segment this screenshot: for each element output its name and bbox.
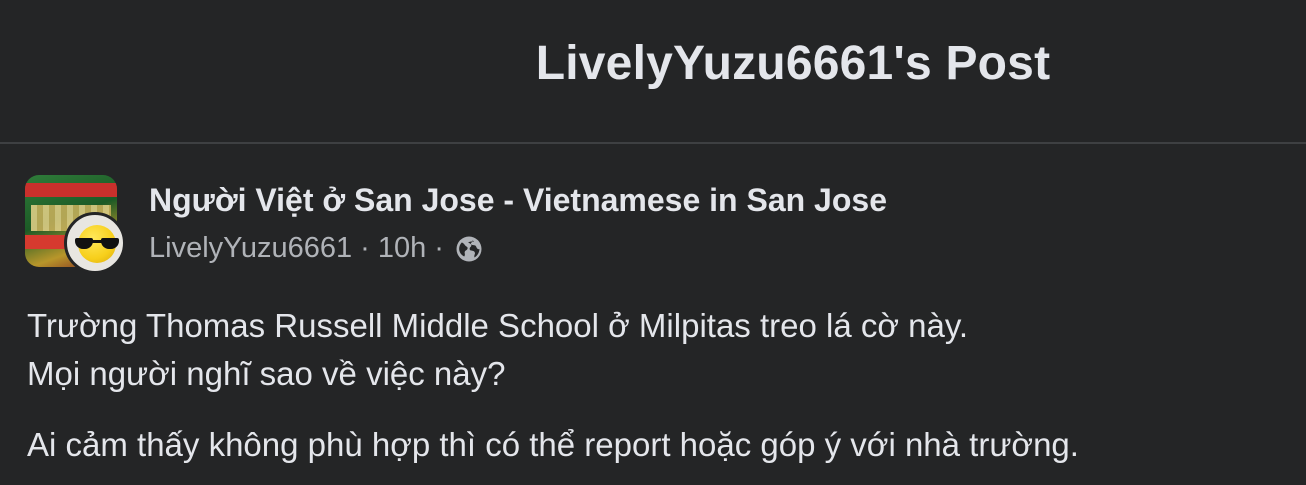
globe-icon[interactable] [454,234,484,264]
meta-separator: · [434,232,444,264]
meta-separator: · [360,232,370,264]
post-header: LivelyYuzu6661's Post [0,0,1306,142]
page-title: LivelyYuzu6661's Post [535,37,1051,90]
group-name-link[interactable]: Người Việt ở San Jose - Vietnamese in Sa… [149,182,887,219]
author-link[interactable]: LivelyYuzu6661 [149,232,352,265]
post-body-line: Trường Thomas Russell Middle School ở Mi… [27,307,969,344]
post-card: Người Việt ở San Jose - Vietnamese in Sa… [0,144,1306,485]
post-body-line: Mọi người nghĩ sao về việc này? [27,355,506,392]
sunglasses-icon [75,238,119,250]
post-meta: LivelyYuzu6661 · 10h · [149,232,484,265]
avatar[interactable] [64,212,126,274]
group-avatar-band [25,183,117,197]
group-avatar-ribbon [25,235,65,249]
post-timestamp[interactable]: 10h [378,232,426,265]
post-body-line: Ai cảm thấy không phù hợp thì có thể rep… [27,426,1079,463]
